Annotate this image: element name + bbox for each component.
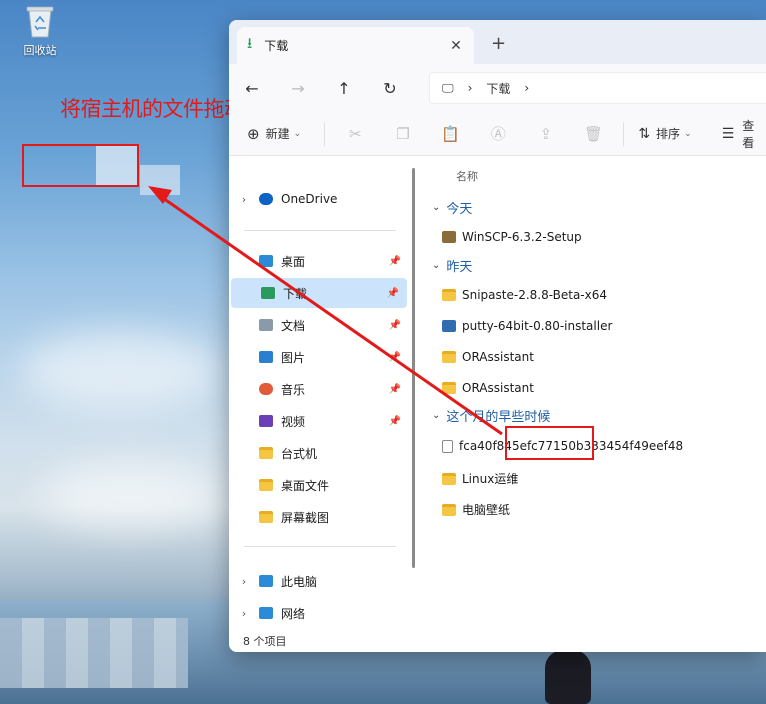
annotation-arrow xyxy=(148,186,503,436)
